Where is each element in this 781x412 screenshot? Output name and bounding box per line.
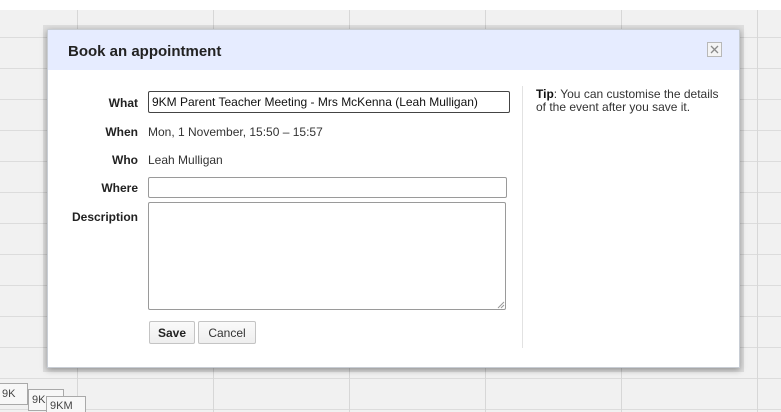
where-label: Where (101, 181, 138, 195)
tip-label: Tip (536, 87, 554, 101)
calendar-top-band (0, 0, 781, 10)
save-button[interactable]: Save (149, 321, 195, 344)
what-label: What (108, 96, 138, 110)
cancel-button[interactable]: Cancel (198, 321, 256, 344)
event-chip[interactable]: 9KM (46, 396, 86, 412)
when-value: Mon, 1 November, 15:50 – 15:57 (148, 125, 323, 139)
close-button[interactable] (707, 42, 722, 57)
event-chip[interactable]: 9K (0, 383, 28, 405)
when-label: When (105, 125, 138, 139)
dialog-header: Book an appointment (48, 30, 739, 70)
book-appointment-dialog: Book an appointment What When Mon, 1 Nov… (47, 29, 740, 368)
resize-grip-icon[interactable] (497, 301, 505, 309)
who-value: Leah Mulligan (148, 153, 223, 167)
who-label: Who (112, 153, 138, 167)
tip-text: Tip: You can customise the details of th… (536, 88, 726, 114)
column-divider (522, 86, 523, 348)
description-textarea[interactable] (148, 202, 506, 310)
description-label: Description (71, 210, 138, 224)
dialog-title: Book an appointment (68, 43, 222, 60)
what-input[interactable] (148, 91, 510, 113)
close-icon (710, 45, 719, 54)
tip-body: : You can customise the details of the e… (536, 87, 719, 114)
where-input[interactable] (148, 177, 507, 198)
